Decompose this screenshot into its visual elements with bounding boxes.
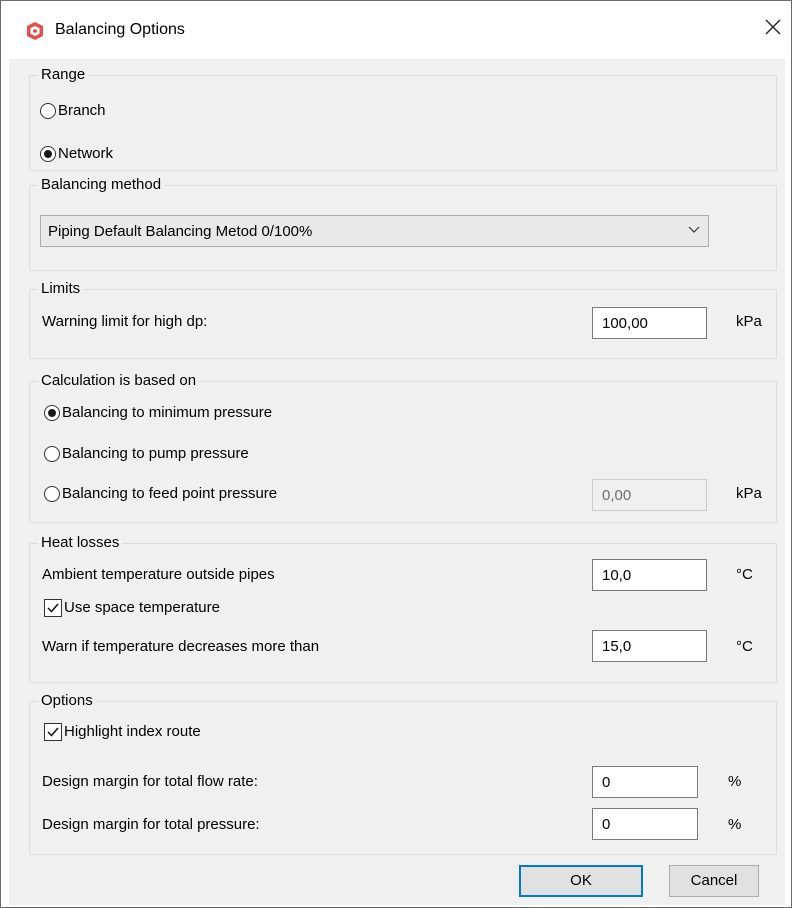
min-pressure-label[interactable]: Balancing to minimum pressure bbox=[62, 403, 272, 423]
options-group-label: Options bbox=[38, 691, 96, 711]
ambient-temperature-label: Ambient temperature outside pipes bbox=[42, 566, 275, 583]
pressure-margin-input[interactable]: 0 bbox=[592, 808, 698, 840]
window-title: Balancing Options bbox=[55, 21, 185, 38]
balancing-method-group-label: Balancing method bbox=[38, 175, 165, 195]
balancing-method-select[interactable]: Piping Default Balancing Metod 0/100% bbox=[40, 215, 709, 247]
balancing-method-value: Piping Default Balancing Metod 0/100% bbox=[48, 223, 313, 240]
title-bar: Balancing Options bbox=[1, 1, 791, 59]
flow-margin-label: Design margin for total flow rate: bbox=[42, 773, 258, 790]
branch-radio-label[interactable]: Branch bbox=[58, 101, 106, 121]
feed-point-unit: kPa bbox=[736, 485, 762, 502]
warning-limit-label: Warning limit for high dp: bbox=[42, 313, 208, 330]
pump-pressure-label[interactable]: Balancing to pump pressure bbox=[62, 444, 249, 464]
limits-group: Limits Warning limit for high dp: 100,00… bbox=[29, 279, 777, 359]
network-radio-label[interactable]: Network bbox=[58, 144, 113, 164]
heat-losses-group-label: Heat losses bbox=[38, 533, 123, 553]
close-icon bbox=[765, 19, 781, 35]
feed-point-radio[interactable] bbox=[44, 486, 60, 502]
warn-temperature-label: Warn if temperature decreases more than bbox=[42, 638, 320, 655]
ambient-temperature-input[interactable]: 10,0 bbox=[592, 559, 707, 591]
highlight-index-route-label[interactable]: Highlight index route bbox=[64, 722, 201, 742]
warn-temperature-input[interactable]: 15,0 bbox=[592, 630, 707, 662]
branch-radio[interactable] bbox=[40, 103, 56, 119]
use-space-temperature-label[interactable]: Use space temperature bbox=[64, 598, 220, 618]
use-space-temperature-checkbox[interactable] bbox=[44, 599, 62, 617]
app-logo-icon bbox=[25, 21, 45, 41]
options-group: Options Highlight index route Design mar… bbox=[29, 691, 777, 855]
checkmark-icon bbox=[47, 727, 59, 737]
highlight-index-route-checkbox[interactable] bbox=[44, 723, 62, 741]
calculation-group: Calculation is based on Balancing to min… bbox=[29, 371, 777, 523]
min-pressure-radio[interactable] bbox=[44, 405, 60, 421]
balancing-method-group: Balancing method Piping Default Balancin… bbox=[29, 175, 777, 271]
flow-margin-input[interactable]: 0 bbox=[592, 766, 698, 798]
ok-button[interactable]: OK bbox=[519, 865, 643, 897]
warning-limit-unit: kPa bbox=[736, 313, 762, 330]
warn-temperature-unit: °C bbox=[736, 638, 753, 655]
flow-margin-unit: % bbox=[728, 773, 742, 790]
checkmark-icon bbox=[47, 603, 59, 613]
balancing-options-dialog: Balancing Options Range Branch Network B… bbox=[0, 0, 792, 908]
pressure-margin-label: Design margin for total pressure: bbox=[42, 816, 260, 833]
cancel-button[interactable]: Cancel bbox=[669, 865, 759, 897]
close-button[interactable] bbox=[756, 15, 790, 45]
range-group: Range Branch Network bbox=[29, 65, 777, 171]
pressure-margin-unit: % bbox=[728, 816, 742, 833]
network-radio[interactable] bbox=[40, 146, 56, 162]
dialog-body: Range Branch Network Balancing method Pi… bbox=[9, 59, 785, 905]
chevron-down-icon bbox=[688, 226, 700, 233]
pump-pressure-radio[interactable] bbox=[44, 446, 60, 462]
heat-losses-group: Heat losses Ambient temperature outside … bbox=[29, 533, 777, 683]
feed-point-label[interactable]: Balancing to feed point pressure bbox=[62, 484, 277, 504]
warning-limit-input[interactable]: 100,00 bbox=[592, 307, 707, 339]
ambient-temperature-unit: °C bbox=[736, 566, 753, 583]
range-group-label: Range bbox=[38, 65, 89, 85]
limits-group-label: Limits bbox=[38, 279, 84, 299]
calculation-group-label: Calculation is based on bbox=[38, 371, 200, 391]
feed-point-input[interactable]: 0,00 bbox=[592, 479, 707, 511]
